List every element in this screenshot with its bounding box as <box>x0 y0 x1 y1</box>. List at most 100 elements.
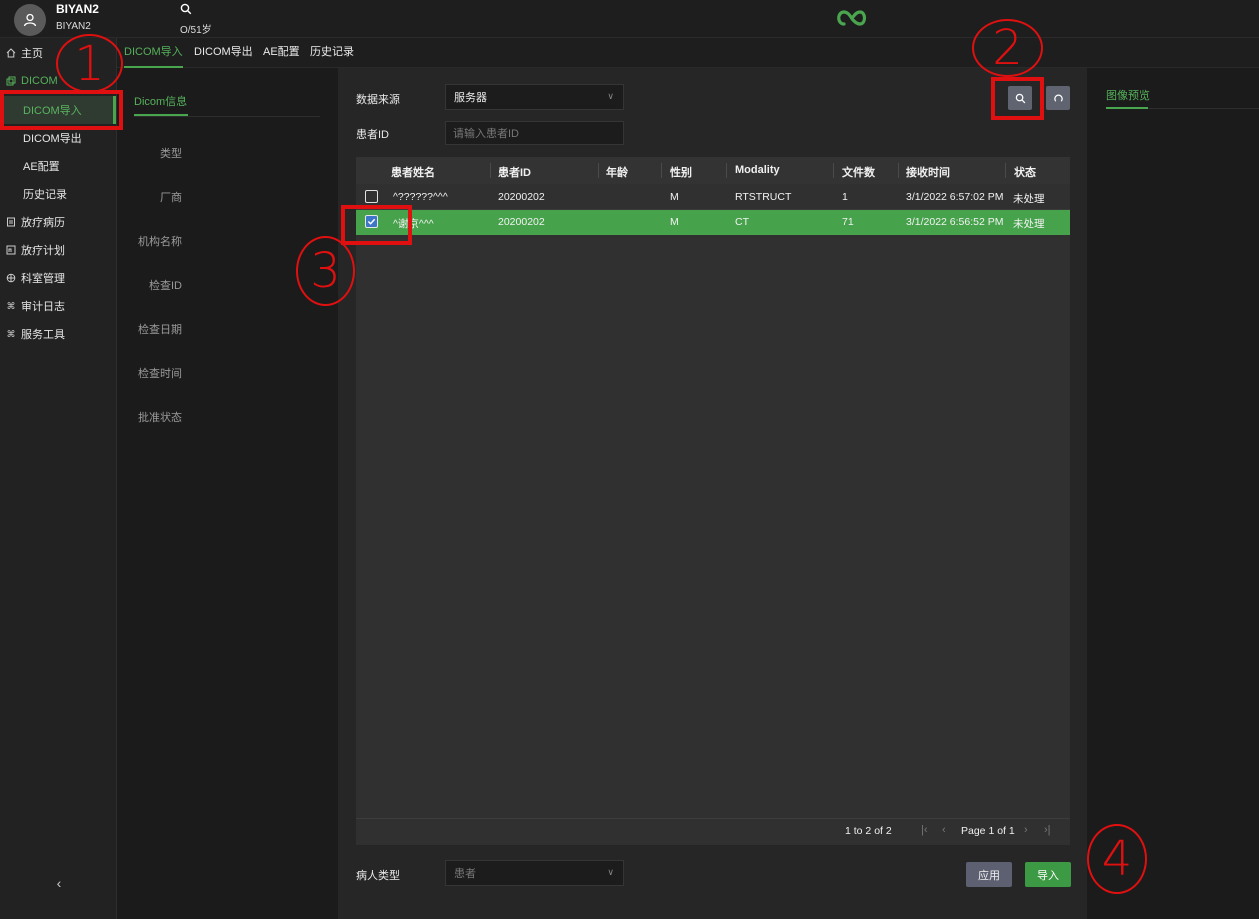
tab-underline <box>1106 107 1148 109</box>
cell-status: 未处理 <box>1013 218 1045 230</box>
info-field-study-time: 检查时间 <box>138 368 182 380</box>
sidebar-item-audit-log[interactable]: ⌘ 审计日志 <box>0 292 116 320</box>
info-field-institution: 机构名称 <box>138 236 182 248</box>
info-field-approval-status: 批准状态 <box>138 412 182 424</box>
sidebar-item-label: 审计日志 <box>21 301 65 313</box>
column-divider <box>726 163 727 178</box>
column-header-status[interactable]: 状态 <box>1014 164 1036 180</box>
tab-dicom-export[interactable]: DICOM导出 <box>194 38 253 68</box>
tab-history[interactable]: 历史记录 <box>310 38 354 68</box>
cell-modality: RTSTRUCT <box>735 191 792 203</box>
pager-page: Page 1 of 1 <box>961 825 1015 837</box>
column-header-age[interactable]: 年龄 <box>606 164 628 180</box>
source-select[interactable]: 服务器 ∨ <box>445 84 624 110</box>
cell-name: ^??????^^^ <box>393 191 448 203</box>
import-button[interactable]: 导入 <box>1025 862 1071 887</box>
sidebar-item-label: 主页 <box>21 48 43 60</box>
cell-sex: M <box>670 216 679 228</box>
chevron-down-icon: ∨ <box>607 91 614 101</box>
patient-type-value: 患者 <box>454 868 476 880</box>
table-row-selected[interactable]: ^谢京^^^ 20200202 M CT 71 3/1/2022 6:56:52… <box>356 210 1070 235</box>
sidebar-item-service-tools[interactable]: ⌘ 服务工具 <box>0 320 116 348</box>
row-checkbox[interactable] <box>365 190 378 203</box>
first-page-icon[interactable]: |‹ <box>921 824 928 836</box>
apply-button[interactable]: 应用 <box>966 862 1012 887</box>
annotation-step-4: 4 <box>1087 824 1147 894</box>
column-divider <box>490 163 491 178</box>
info-field-type: 类型 <box>160 148 182 160</box>
refresh-button[interactable] <box>1046 86 1070 110</box>
annotation-step-2: 2 <box>972 19 1043 77</box>
cell-sex: M <box>670 191 679 203</box>
pager-count: 1 to 2 of 2 <box>845 825 892 837</box>
chevron-down-icon: ∨ <box>607 867 614 877</box>
column-divider <box>598 163 599 178</box>
column-header-sex[interactable]: 性别 <box>670 164 692 180</box>
annotation-highlight-box <box>341 205 412 245</box>
tab-underline <box>134 114 188 116</box>
tab-dicom-import[interactable]: DICOM导入 <box>124 38 183 68</box>
cell-received: 3/1/2022 6:57:02 PM <box>906 191 1004 203</box>
annotation-highlight-box <box>991 77 1044 120</box>
patient-id-input[interactable]: 请输入患者ID <box>445 121 624 145</box>
dicom-icon <box>6 76 16 86</box>
user-sub: BIYAN2 <box>56 21 91 32</box>
info-field-study-date: 检查日期 <box>138 324 182 336</box>
sidebar-item-label: 放疗计划 <box>21 245 65 257</box>
search-icon[interactable] <box>180 3 192 17</box>
study-table <box>356 157 1070 845</box>
sidebar-item-label: 放疗病历 <box>21 217 65 229</box>
annotation-highlight-box <box>0 90 123 130</box>
column-divider <box>833 163 834 178</box>
sidebar-item-department[interactable]: 科室管理 <box>0 264 116 292</box>
cell-files: 71 <box>842 216 854 228</box>
last-page-icon[interactable]: ›| <box>1044 824 1051 836</box>
info-field-study-id: 检查ID <box>149 280 182 292</box>
table-header <box>356 157 1070 184</box>
cell-id: 20200202 <box>498 191 545 203</box>
chevron-left-icon[interactable]: ‹ <box>52 876 66 890</box>
patient-id-label: 患者ID <box>356 129 389 141</box>
column-header-received[interactable]: 接收时间 <box>906 164 950 180</box>
column-divider <box>898 163 899 178</box>
sidebar-item-label: 服务工具 <box>21 329 65 341</box>
cell-files: 1 <box>842 191 848 203</box>
tab-ae-config[interactable]: AE配置 <box>263 38 300 68</box>
refresh-icon <box>1053 94 1063 102</box>
table-row[interactable]: ^??????^^^ 20200202 M RTSTRUCT 1 3/1/202… <box>356 185 1070 210</box>
sidebar-item-ae-config[interactable]: AE配置 <box>0 152 116 180</box>
avatar[interactable] <box>14 4 46 36</box>
sidebar-item-label: DICOM <box>21 75 58 87</box>
next-page-icon[interactable]: › <box>1024 824 1028 836</box>
sidebar-item-history[interactable]: 历史记录 <box>0 180 116 208</box>
column-header-files[interactable]: 文件数 <box>842 164 875 180</box>
image-preview-panel <box>1087 68 1259 919</box>
user-icon <box>23 13 37 27</box>
home-icon <box>6 48 16 58</box>
sidebar-item-plans[interactable]: 放疗计划 <box>0 236 116 264</box>
patient-type-select[interactable]: 患者 ∨ <box>445 860 624 886</box>
tab-dicom-info[interactable]: Dicom信息 <box>134 93 187 109</box>
plan-icon <box>6 245 16 255</box>
sidebar-item-label: 科室管理 <box>21 273 65 285</box>
tab-image-preview[interactable]: 图像预览 <box>1106 87 1150 103</box>
divider <box>134 116 320 117</box>
prev-page-icon[interactable]: ‹ <box>942 824 946 836</box>
column-header-id[interactable]: 患者ID <box>498 164 531 180</box>
cell-status: 未处理 <box>1013 193 1045 205</box>
app-logo-icon <box>834 6 870 30</box>
patient-age: O/51岁 <box>180 25 212 36</box>
sidebar-item-records[interactable]: 放疗病历 <box>0 208 116 236</box>
column-header-modality[interactable]: Modality <box>735 164 780 176</box>
info-field-vendor: 厂商 <box>160 192 182 204</box>
command-icon: ⌘ <box>6 328 16 339</box>
annotation-step-1: 1 <box>56 34 123 93</box>
source-value: 服务器 <box>454 92 487 104</box>
user-name: BIYAN2 <box>56 2 99 16</box>
cell-received: 3/1/2022 6:56:52 PM <box>906 216 1004 228</box>
cell-modality: CT <box>735 216 749 228</box>
record-icon <box>6 217 16 227</box>
column-header-name[interactable]: 患者姓名 <box>391 164 435 180</box>
cell-id: 20200202 <box>498 216 545 228</box>
command-icon: ⌘ <box>6 300 16 311</box>
